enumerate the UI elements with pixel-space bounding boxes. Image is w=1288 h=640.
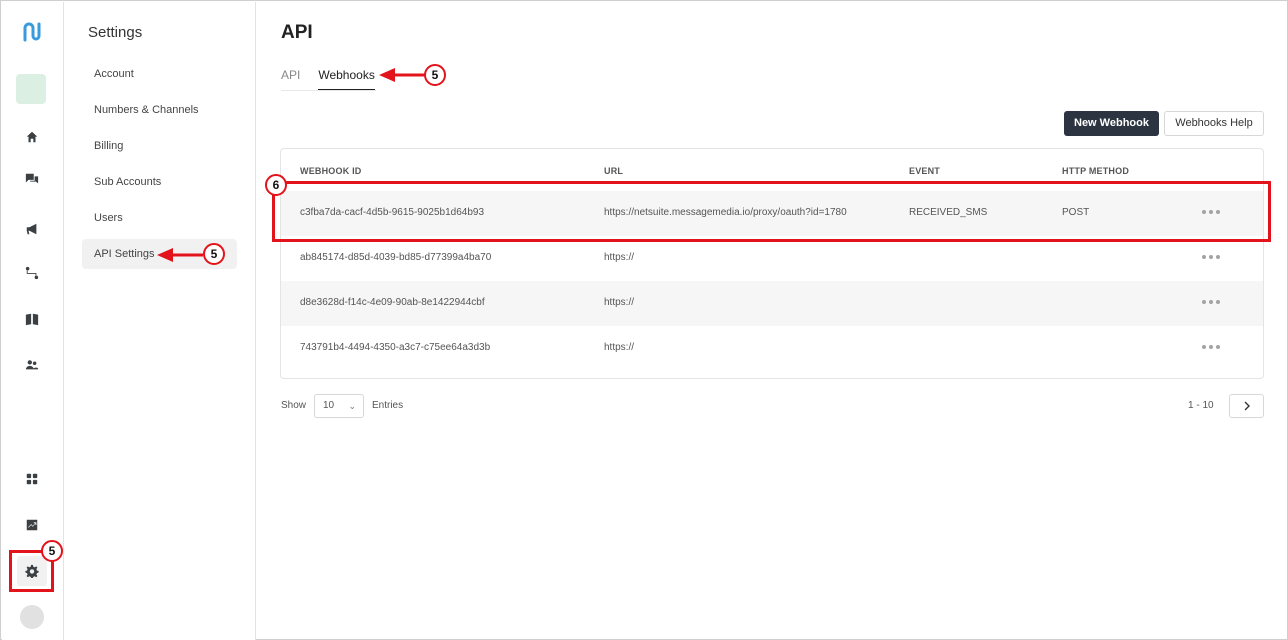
- chart-icon[interactable]: [17, 510, 47, 540]
- submenu-item-sub-accounts[interactable]: Sub Accounts: [82, 167, 237, 197]
- chevron-right-icon: [1244, 401, 1250, 411]
- table-row[interactable]: ab845174-d85d-4039-bd85-d77399a4ba70 htt…: [281, 236, 1263, 281]
- logo-icon[interactable]: [16, 16, 48, 48]
- annotation-badge-first-row: 6: [265, 174, 287, 196]
- home-icon[interactable]: [17, 122, 47, 152]
- cell-webhook-id: d8e3628d-f14c-4e09-90ab-8e1422944cbf: [300, 297, 485, 308]
- user-avatar[interactable]: [20, 605, 44, 629]
- next-page-button[interactable]: [1229, 394, 1264, 418]
- entries-label: Entries: [372, 400, 404, 411]
- entries-select-value: 10: [323, 400, 335, 411]
- column-header-webhook-id[interactable]: WEBHOOK ID: [300, 166, 362, 176]
- annotation-arrow-webhooks-tab: [379, 68, 425, 82]
- main-content: API API Webhooks New Webhook Webhooks He…: [257, 2, 1286, 640]
- annotation-badge-webhooks-tab: 5: [424, 64, 446, 86]
- entries-per-page-select[interactable]: 10 ⌄: [314, 394, 364, 418]
- tab-divider: [281, 90, 376, 91]
- megaphone-icon[interactable]: [17, 214, 47, 244]
- submenu-item-account[interactable]: Account: [82, 59, 237, 89]
- users-icon[interactable]: [17, 350, 47, 380]
- cell-webhook-id: 743791b4-4494-4350-a3c7-c75ee64a3d3b: [300, 342, 491, 353]
- tab-bar: API Webhooks: [281, 68, 393, 90]
- settings-submenu: Settings Account Numbers & Channels Bill…: [64, 2, 256, 640]
- page-title: API: [281, 22, 313, 43]
- apps-icon[interactable]: [17, 464, 47, 494]
- annotation-highlight-first-row: [272, 181, 1271, 242]
- column-header-url[interactable]: URL: [604, 166, 623, 176]
- column-header-http-method[interactable]: HTTP METHOD: [1062, 166, 1129, 176]
- more-options-icon[interactable]: [1202, 255, 1220, 261]
- cell-url: https://: [604, 297, 635, 308]
- annotation-arrow-api-settings: [157, 248, 203, 262]
- table-row[interactable]: d8e3628d-f14c-4e09-90ab-8e1422944cbf htt…: [281, 281, 1263, 326]
- submenu-title: Settings: [88, 24, 143, 41]
- chat-icon[interactable]: [17, 164, 47, 194]
- annotation-badge-settings: 5: [41, 540, 63, 562]
- new-webhook-button[interactable]: New Webhook: [1064, 111, 1159, 136]
- webhooks-help-button[interactable]: Webhooks Help: [1164, 111, 1264, 136]
- more-options-icon[interactable]: [1202, 345, 1220, 351]
- chevron-down-icon: ⌄: [348, 401, 356, 411]
- submenu-item-numbers-channels[interactable]: Numbers & Channels: [82, 95, 237, 125]
- submenu-item-billing[interactable]: Billing: [82, 131, 237, 161]
- book-icon[interactable]: [17, 304, 47, 334]
- cell-url: https://: [604, 252, 635, 263]
- more-options-icon[interactable]: [1202, 300, 1220, 306]
- annotation-badge-api-settings: 5: [203, 243, 225, 265]
- cell-webhook-id: ab845174-d85d-4039-bd85-d77399a4ba70: [300, 252, 492, 263]
- org-avatar-tile[interactable]: [16, 74, 46, 104]
- app-window: Settings Account Numbers & Channels Bill…: [0, 0, 1288, 640]
- tab-webhooks[interactable]: Webhooks: [318, 68, 375, 90]
- column-header-event[interactable]: EVENT: [909, 166, 940, 176]
- cell-url: https://: [604, 342, 635, 353]
- page-range-info: 1 - 10: [1188, 400, 1214, 411]
- submenu-item-users[interactable]: Users: [82, 203, 237, 233]
- tab-api[interactable]: API: [281, 68, 300, 90]
- show-label: Show: [281, 400, 307, 411]
- table-row[interactable]: 743791b4-4494-4350-a3c7-c75ee64a3d3b htt…: [281, 326, 1263, 371]
- flow-icon[interactable]: [17, 258, 47, 288]
